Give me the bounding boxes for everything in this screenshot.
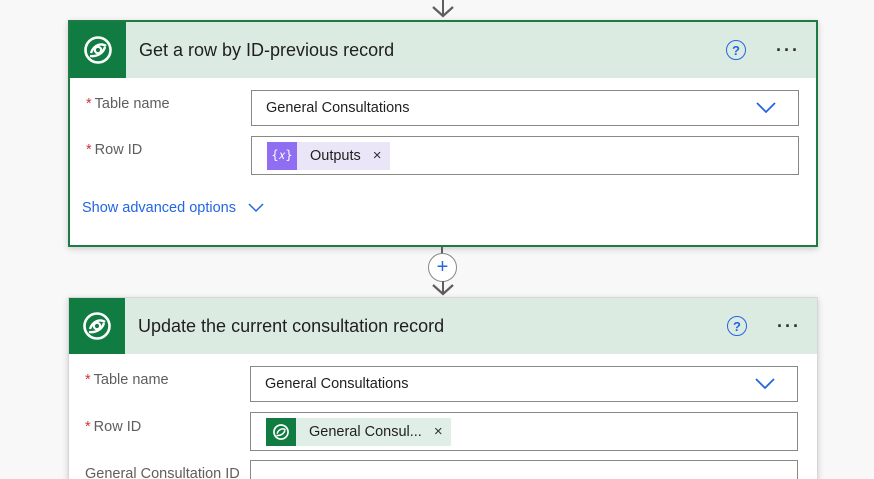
required-marker: * <box>86 142 92 158</box>
remove-token-icon[interactable]: × <box>434 423 443 440</box>
arrow-down-icon <box>432 0 454 18</box>
more-options-icon[interactable]: ··· <box>776 41 800 59</box>
dynamic-content-token[interactable]: General Consul... × <box>266 417 451 446</box>
card-header[interactable]: Update the current consultation record ?… <box>69 298 817 354</box>
required-marker: * <box>86 96 92 112</box>
action-card-get-row[interactable]: Get a row by ID-previous record ? ··· * T… <box>68 20 818 247</box>
row-id-label: * Row ID <box>85 419 141 435</box>
label-text: Row ID <box>94 142 143 158</box>
required-marker: * <box>85 372 91 388</box>
token-label: Outputs <box>310 147 361 164</box>
table-name-dropdown[interactable]: General Consultations <box>251 90 799 126</box>
dataverse-icon <box>266 417 296 446</box>
dataverse-icon <box>69 298 125 354</box>
arrow-down-icon <box>432 281 454 296</box>
row-id-label: * Row ID <box>86 142 142 158</box>
dynamic-content-token[interactable]: {𝑥} Outputs × <box>267 141 390 170</box>
add-step-button[interactable]: + <box>428 253 457 282</box>
label-text: Table name <box>93 372 169 388</box>
table-name-value: General Consultations <box>265 376 409 392</box>
table-name-label: * Table name <box>86 96 170 112</box>
general-consultation-id-label: General Consultation ID <box>85 466 240 479</box>
advanced-link-text: Show advanced options <box>82 200 236 216</box>
table-name-dropdown[interactable]: General Consultations <box>250 366 798 402</box>
card-header[interactable]: Get a row by ID-previous record ? ··· <box>70 22 816 78</box>
chevron-down-icon[interactable] <box>755 378 775 390</box>
table-name-label: * Table name <box>85 372 169 388</box>
chevron-down-icon[interactable] <box>756 102 776 114</box>
table-name-value: General Consultations <box>266 100 410 116</box>
show-advanced-options-link[interactable]: Show advanced options <box>82 200 264 216</box>
card-title[interactable]: Update the current consultation record <box>138 316 727 337</box>
remove-token-icon[interactable]: × <box>373 147 382 164</box>
chevron-down-icon <box>248 203 264 213</box>
required-marker: * <box>85 419 91 435</box>
help-icon[interactable]: ? <box>727 316 748 336</box>
row-id-field[interactable]: {𝑥} Outputs × <box>251 136 799 175</box>
row-id-field[interactable]: General Consul... × <box>250 412 798 451</box>
action-card-update-row[interactable]: Update the current consultation record ?… <box>68 297 818 479</box>
label-text: Table name <box>94 96 170 112</box>
help-icon[interactable]: ? <box>726 40 747 60</box>
card-title[interactable]: Get a row by ID-previous record <box>139 40 726 61</box>
expression-icon: {𝑥} <box>267 141 297 170</box>
dataverse-icon <box>70 22 126 78</box>
token-label: General Consul... <box>309 423 422 440</box>
general-consultation-id-field[interactable] <box>250 460 798 479</box>
more-options-icon[interactable]: ··· <box>777 317 801 335</box>
label-text: Row ID <box>93 419 142 435</box>
